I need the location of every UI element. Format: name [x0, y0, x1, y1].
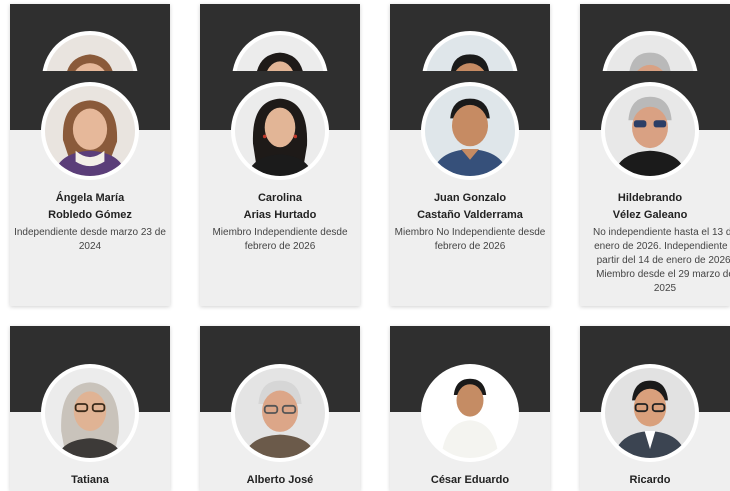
avatar-photo: [231, 82, 329, 180]
member-name-line2: Arias Hurtado: [243, 209, 317, 221]
avatar-thumbnail: [232, 31, 328, 71]
avatar-photo: [601, 82, 699, 180]
avatar-photo: [601, 364, 699, 462]
member-name-line1: Juan Gonzalo: [433, 192, 507, 204]
avatar-thumbnail: [42, 31, 138, 71]
member-card-4[interactable]: Hildebrando Vélez Galeano No independien…: [580, 4, 730, 306]
member-name-line1: César Eduardo: [430, 474, 510, 486]
avatar-photo: [231, 364, 329, 462]
member-name-line2: Robledo Gómez: [48, 209, 132, 221]
member-description: No independiente hasta el 13 de enero de…: [592, 227, 730, 294]
member-name-line2: Vélez Galeano: [612, 209, 688, 221]
avatar-thumbnail: [602, 31, 698, 71]
member-name-line1: Ricardo: [629, 474, 671, 486]
member-description: Independiente desde marzo 23 de 2024: [14, 227, 166, 252]
avatar-thumbnail: [422, 31, 518, 71]
avatar-photo: [41, 82, 139, 180]
member-card-5[interactable]: Tatiana: [10, 326, 170, 491]
member-name-line1: Ángela María: [55, 192, 125, 204]
member-card-1[interactable]: Ángela María Robledo Gómez Independiente…: [10, 4, 170, 306]
member-name-line1: Hildebrando: [617, 192, 683, 204]
avatar-photo: [421, 82, 519, 180]
member-card-8[interactable]: Ricardo: [580, 326, 730, 491]
member-name-line1: Tatiana: [71, 474, 109, 486]
member-name-line1: Alberto José: [246, 474, 314, 486]
avatar-photo: [421, 364, 519, 462]
member-card-7[interactable]: César Eduardo: [390, 326, 550, 491]
member-name-line2: Castaño Valderrama: [417, 209, 523, 221]
avatar-photo: [41, 364, 139, 462]
member-name-line1: Carolina: [257, 192, 302, 204]
member-description: Miembro No Independiente desde febrero d…: [394, 227, 546, 252]
member-description: Miembro Independiente desde febrero de 2…: [212, 227, 348, 252]
member-card-2[interactable]: Carolina Arias Hurtado Miembro Independi…: [200, 4, 360, 306]
member-card-6[interactable]: Alberto José: [200, 326, 360, 491]
member-card-3[interactable]: Juan Gonzalo Castaño Valderrama Miembro …: [390, 4, 550, 306]
